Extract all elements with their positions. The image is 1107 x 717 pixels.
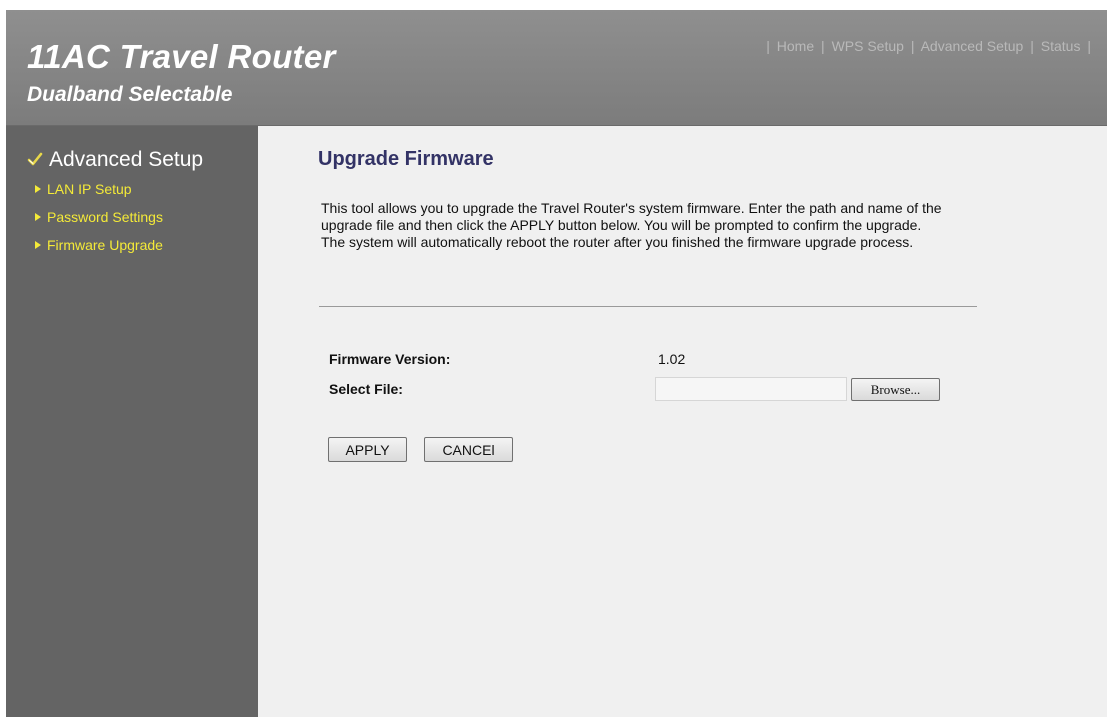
select-file-label: Select File:: [329, 381, 403, 397]
sidebar-item-label: Password Settings: [47, 209, 163, 225]
page-title: Upgrade Firmware: [318, 148, 494, 170]
nav-link-advanced-setup[interactable]: Advanced Setup: [921, 38, 1024, 54]
nav-separator: |: [821, 38, 825, 54]
sidebar-item-label: LAN IP Setup: [47, 181, 132, 197]
description-paragraph: The system will automatically reboot the…: [321, 234, 914, 250]
nav-separator: |: [1087, 38, 1091, 54]
section-divider: [319, 306, 977, 307]
sidebar-item-password-settings[interactable]: Password Settings: [35, 209, 163, 237]
nav-link-home[interactable]: Home: [777, 38, 814, 54]
arrow-right-icon: [35, 241, 41, 249]
product-subtitle: Dualband Selectable: [27, 83, 233, 106]
firmware-version-value: 1.02: [658, 351, 686, 367]
router-admin-frame: 11AC Travel Router Dualband Selectable |…: [6, 10, 1107, 717]
sidebar-item-label: Firmware Upgrade: [47, 237, 163, 253]
sidebar-item-lan-ip-setup[interactable]: LAN IP Setup: [35, 181, 163, 209]
firmware-version-label: Firmware Version:: [329, 351, 451, 367]
sidebar-item-firmware-upgrade[interactable]: Firmware Upgrade: [35, 237, 163, 265]
apply-button[interactable]: APPLY: [328, 437, 407, 462]
arrow-right-icon: [35, 213, 41, 221]
top-navigation: | Home | WPS Setup | Advanced Setup | St…: [763, 38, 1094, 54]
browse-button[interactable]: Browse...: [851, 378, 940, 401]
header-banner: 11AC Travel Router Dualband Selectable |…: [6, 10, 1107, 126]
nav-separator: |: [910, 38, 915, 54]
arrow-right-icon: [35, 185, 41, 193]
sidebar: Advanced Setup LAN IP Setup Password Set…: [6, 126, 258, 717]
checkmark-icon: [27, 152, 43, 166]
description: This tool allows you to upgrade the Trav…: [321, 200, 981, 251]
main-content: Upgrade Firmware This tool allows you to…: [258, 126, 1107, 717]
nav-separator: |: [766, 38, 770, 54]
select-file-input[interactable]: [655, 377, 847, 401]
cancel-button[interactable]: CANCEl: [424, 437, 513, 462]
sidebar-menu: LAN IP Setup Password Settings Firmware …: [35, 181, 163, 265]
description-paragraph: This tool allows you to upgrade the Trav…: [321, 200, 942, 233]
nav-link-status[interactable]: Status: [1041, 38, 1081, 54]
product-title: 11AC Travel Router: [27, 38, 336, 75]
sidebar-heading: Advanced Setup: [27, 148, 203, 172]
nav-link-wps-setup[interactable]: WPS Setup: [832, 38, 904, 54]
nav-separator: |: [1030, 38, 1034, 54]
sidebar-heading-label: Advanced Setup: [49, 148, 204, 171]
